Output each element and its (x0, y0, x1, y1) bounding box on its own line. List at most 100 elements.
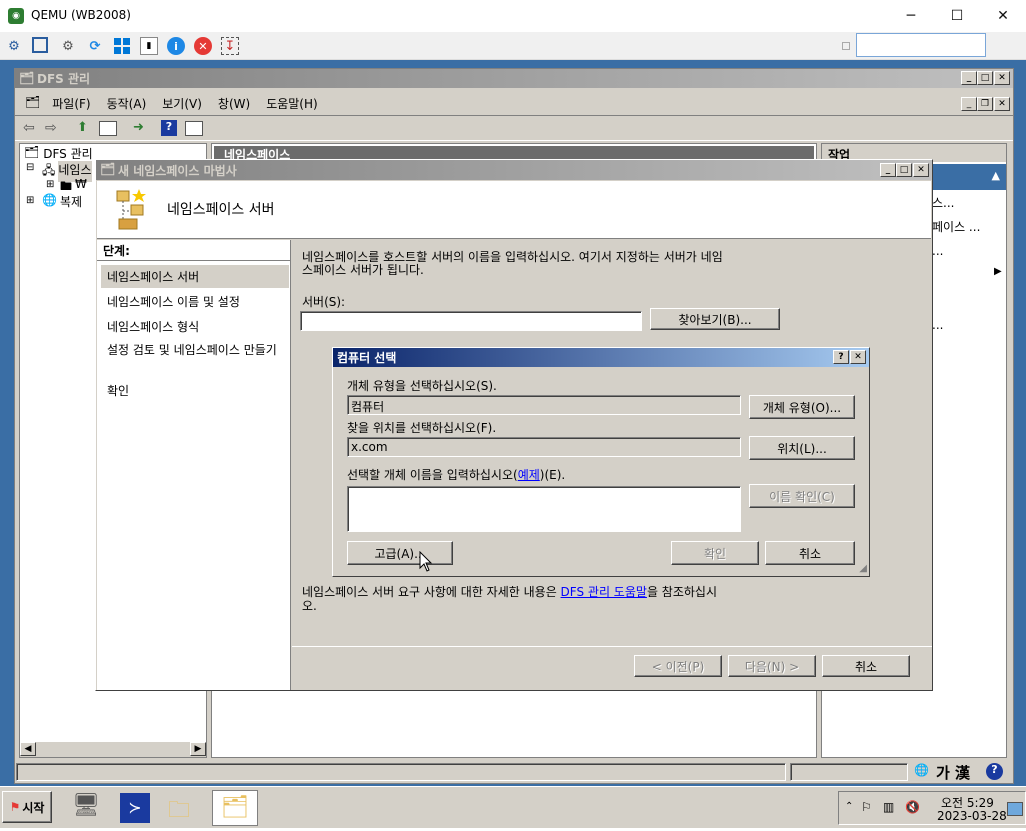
advanced-button[interactable]: 고급(A)... (347, 541, 453, 565)
tree-scrollbar[interactable]: ◀ ▶ (20, 741, 206, 757)
action-item[interactable]: 스... (932, 194, 954, 211)
action-item[interactable]: ... (932, 318, 943, 332)
back-icon[interactable]: ⇦ (23, 120, 35, 136)
object-type-button[interactable]: 개체 유형(O)... (749, 395, 855, 419)
child-restore-button[interactable]: ❐ (977, 97, 993, 111)
dfs-help-link[interactable]: DFS 관리 도움말 (561, 585, 647, 599)
server-input[interactable] (300, 311, 642, 331)
dialog-cancel-button[interactable]: 취소 (765, 541, 855, 565)
mmc-statusbar: 🌐 가 漢 ? (16, 762, 1010, 782)
show-tree-icon[interactable] (99, 121, 117, 136)
close-red-icon[interactable]: ✕ (194, 37, 212, 55)
dialog-help-button[interactable]: ? (833, 350, 849, 364)
show-hidden-icons-icon[interactable]: ⌃ (845, 801, 853, 812)
explorer-icon[interactable]: 🗀 (168, 793, 202, 823)
close-button[interactable]: ✕ (980, 0, 1026, 32)
wizard-minimize-button[interactable]: _ (880, 163, 896, 177)
qemu-search-input[interactable] (856, 33, 986, 57)
scroll-left-icon[interactable]: ◀ (20, 742, 36, 756)
action-item[interactable]: 페이스 ... (932, 218, 980, 235)
prev-button[interactable]: < 이전(P) (634, 655, 722, 677)
qemu-logo-icon: ◉ (8, 8, 24, 24)
qemu-titlebar: ◉ QEMU (WB2008) ─ ☐ ✕ (0, 0, 1026, 32)
ok-button[interactable]: 확인 (671, 541, 759, 565)
powershell-icon[interactable]: ≻ (120, 793, 150, 823)
scroll-right-icon[interactable]: ▶ (190, 742, 206, 756)
console-icon: 🗂 (25, 95, 41, 109)
expand-child-icon[interactable]: ⊞ (46, 179, 54, 190)
ime-help-icon[interactable]: ? (986, 763, 1003, 780)
expand-namespace-icon[interactable]: ⊟ (26, 162, 34, 173)
mmc-close-button[interactable]: ✕ (994, 71, 1010, 85)
maximize-button[interactable]: ☐ (934, 0, 980, 32)
browse-button[interactable]: 찾아보기(B)... (650, 308, 780, 330)
location-button[interactable]: 위치(L)... (749, 436, 855, 460)
status-field (16, 763, 786, 781)
action-pane-icon[interactable] (185, 121, 203, 136)
step-item: 네임스페이스 형식 (107, 320, 200, 334)
child-close-button[interactable]: ✕ (994, 97, 1010, 111)
dfs-taskbar-button[interactable]: 🗂 (212, 790, 258, 826)
dfs-icon: 🗂 (24, 145, 40, 159)
start-button[interactable]: ⚑ 시작 (2, 791, 52, 823)
menu-view[interactable]: 보기(V) (154, 93, 210, 113)
settings-icon[interactable]: ⚙ (59, 37, 77, 55)
search-checkbox[interactable] (842, 42, 850, 50)
refresh-icon[interactable]: ⟳ (86, 37, 104, 55)
tree-root[interactable]: 🗂 DFS 관리 (24, 145, 93, 162)
menu-file[interactable]: 파일(F) (44, 93, 98, 113)
collapse-icon[interactable]: ▲ (992, 169, 1000, 182)
step-item: 확인 (107, 384, 130, 398)
export-icon[interactable]: ➜ (133, 120, 144, 135)
menu-help[interactable]: 도움말(H) (258, 93, 326, 113)
tree-replication[interactable]: 🌐 복제 (42, 193, 82, 210)
menu-window[interactable]: 창(W) (210, 93, 258, 113)
fullscreen-icon[interactable] (32, 37, 48, 53)
wizard-header: 네임스페이스 서버 (97, 181, 931, 239)
next-button[interactable]: 다음(N) > (728, 655, 816, 677)
dialog-close-button[interactable]: ✕ (850, 350, 866, 364)
help-text: 네임스페이스 서버 요구 사항에 대한 자세한 내용은 DFS 관리 도움말을 … (302, 585, 717, 599)
examples-link[interactable]: 예제 (518, 468, 540, 482)
divider (97, 260, 290, 261)
mmc-titlebar: 🗂 DFS 관리 _ □ ✕ (15, 69, 1013, 88)
wizard-cancel-button[interactable]: 취소 (822, 655, 910, 677)
flag-icon[interactable]: ⚐ (861, 800, 872, 814)
check-names-button[interactable]: 이름 확인(C) (749, 484, 855, 508)
usb-icon[interactable]: ▮ (140, 37, 158, 55)
wizard-maximize-button[interactable]: □ (896, 163, 912, 177)
screenshot-icon[interactable]: ↧ (221, 37, 239, 55)
child-minimize-button[interactable]: _ (961, 97, 977, 111)
forward-icon[interactable]: ⇨ (45, 120, 57, 136)
windows-icon[interactable] (113, 37, 131, 55)
dfs-app-icon: 🗂 (19, 71, 35, 85)
expand-replication-icon[interactable]: ⊞ (26, 195, 34, 206)
mmc-minimize-button[interactable]: _ (961, 71, 977, 85)
resize-grip-icon[interactable]: ◢ (859, 563, 867, 574)
clock-date[interactable]: 2023-03-28 (937, 809, 1007, 823)
info-icon[interactable]: i (167, 37, 185, 55)
minimize-button[interactable]: ─ (888, 0, 934, 32)
show-desktop-icon[interactable] (1007, 802, 1023, 816)
ime-indicator[interactable]: 가 漢 (936, 762, 970, 783)
wizard-close-button[interactable]: ✕ (913, 163, 929, 177)
server-tray-icon[interactable]: ▥ (883, 800, 894, 814)
server-manager-icon[interactable]: 🖥 (72, 793, 102, 823)
wizard-steps-pane: 단계: 네임스페이스 서버 네임스페이스 이름 및 설정 네임스페이스 형식 설… (97, 240, 291, 690)
wizard-title-icon: 🗂 (100, 162, 116, 176)
network-icon[interactable]: ⚙ (5, 37, 23, 55)
action-item[interactable]: ... (932, 244, 943, 258)
mmc-maximize-button[interactable]: □ (977, 71, 993, 85)
menu-action[interactable]: 동작(A) (99, 93, 155, 113)
object-names-input[interactable] (347, 486, 741, 532)
volume-muted-icon[interactable]: 🔇 (905, 800, 920, 814)
object-type-field: 컴퓨터 (347, 395, 741, 415)
language-icon[interactable]: 🌐 (914, 763, 929, 777)
system-tray: ⌃ ⚐ ▥ 🔇 오전 5:29 2023-03-28 (838, 791, 1026, 825)
up-icon[interactable]: ⬆ (77, 120, 88, 135)
help-icon[interactable]: ? (161, 120, 177, 136)
mmc-menubar: 🗂 파일(F) 동작(A) 보기(V) 창(W) 도움말(H) (21, 93, 326, 113)
select-computer-dialog: 컴퓨터 선택 ? ✕ 개체 유형을 선택하십시오(S). 컴퓨터 개체 유형(O… (332, 347, 870, 577)
windows-flag-icon: ⚑ (9, 800, 21, 814)
dialog-titlebar: 컴퓨터 선택 ? ✕ (333, 348, 869, 367)
